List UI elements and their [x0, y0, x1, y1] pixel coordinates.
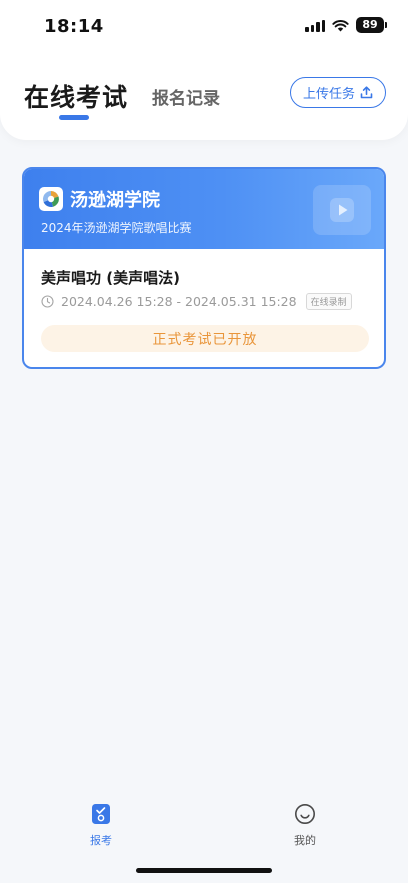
exam-time-row: 2024.04.26 15:28 - 2024.05.31 15:28 在线录制 — [41, 293, 352, 310]
status-icons: 89 — [305, 17, 387, 33]
wifi-icon — [332, 19, 349, 31]
tab-online-exam[interactable]: 在线考试 — [24, 78, 128, 114]
upload-button-label: 上传任务 — [302, 87, 355, 102]
tab-active-indicator — [59, 115, 89, 120]
tab-registration-records[interactable]: 报名记录 — [152, 84, 220, 109]
nav-item-exam[interactable]: 报考 — [71, 803, 131, 848]
upload-icon — [360, 86, 373, 99]
home-indicator[interactable] — [136, 868, 272, 873]
card-banner: 汤逊湖学院 2024年汤逊湖学院歌唱比赛 — [24, 169, 384, 249]
play-icon — [313, 185, 371, 235]
battery-icon: 89 — [356, 17, 387, 33]
status-bar: 18:14 89 — [0, 0, 408, 52]
screen: 18:14 89 在线考试 报名记录 上传任务 汤逊湖学院 2024年汤逊湖学院… — [0, 0, 408, 883]
school-logo-icon — [39, 187, 63, 211]
exam-card[interactable]: 汤逊湖学院 2024年汤逊湖学院歌唱比赛 美声唱功 (美声唱法) 2024.04… — [22, 167, 386, 369]
smiley-profile-icon — [295, 804, 315, 824]
exam-time: 2024.04.26 15:28 - 2024.05.31 15:28 — [61, 294, 297, 309]
status-time: 18:14 — [44, 16, 104, 37]
nav-item-mine[interactable]: 我的 — [275, 803, 335, 848]
exam-clipboard-icon — [92, 804, 110, 824]
signal-icon — [305, 18, 325, 32]
record-mode-badge: 在线录制 — [305, 293, 352, 310]
bottom-nav: 报考 我的 — [0, 795, 408, 855]
contest-name: 2024年汤逊湖学院歌唱比赛 — [41, 221, 192, 235]
school-name: 汤逊湖学院 — [70, 190, 160, 211]
clock-icon — [41, 295, 54, 308]
upload-task-button[interactable]: 上传任务 — [290, 77, 386, 108]
exam-status-button[interactable]: 正式考试已开放 — [41, 325, 369, 352]
nav-label-exam: 报考 — [90, 834, 112, 847]
exam-title: 美声唱功 (美声唱法) — [41, 269, 180, 287]
nav-label-mine: 我的 — [294, 834, 316, 847]
